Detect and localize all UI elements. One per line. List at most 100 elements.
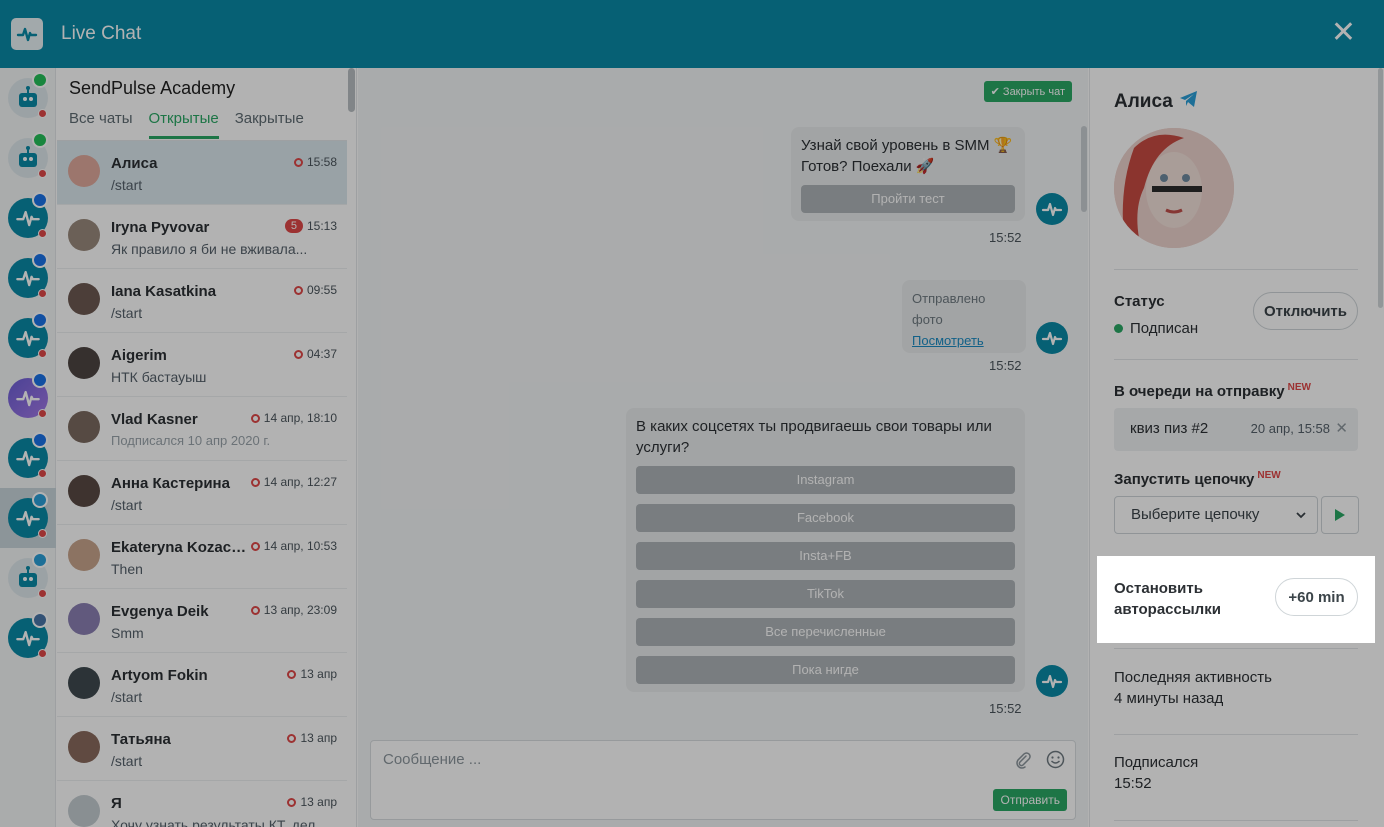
chat-preview: Хочу узнать результаты КТ, делала... (111, 817, 336, 827)
chat-name: Artyom Fokin (111, 667, 208, 684)
answer-button-tiktok[interactable]: TikTok (636, 580, 1015, 608)
chat-time: 09:55 (293, 283, 337, 297)
contact-name-text: Алиса (1114, 91, 1173, 112)
offline-dot-icon (38, 229, 47, 238)
chat-time: 14 апр, 18:10 (250, 411, 337, 425)
bot-item[interactable] (0, 248, 56, 308)
bot-avatar-icon (1036, 322, 1068, 354)
chat-preview: Then (111, 561, 143, 577)
messenger-icon (32, 372, 48, 388)
status-ring-icon (287, 733, 297, 743)
chat-time-text: 14 апр, 18:10 (263, 411, 337, 425)
bot-item[interactable] (0, 428, 56, 488)
tab-all-chats[interactable]: Все чаты (69, 110, 133, 139)
close-icon[interactable]: ✕ (1331, 18, 1356, 48)
chat-preview: /start (111, 753, 143, 769)
messenger-icon (32, 432, 48, 448)
answer-button-all[interactable]: Все перечисленные (636, 618, 1015, 646)
unsubscribe-button[interactable]: Отключить (1253, 292, 1358, 330)
project-name: SendPulse Academy (69, 78, 236, 98)
message-composer[interactable]: Сообщение ... Отправить (370, 740, 1076, 820)
chat-preview: /start (111, 689, 143, 705)
chat-row[interactable]: Алиса/start 15:58 (57, 141, 347, 205)
answer-button-instagram[interactable]: Instagram (636, 466, 1015, 494)
avatar (68, 603, 100, 635)
bot-item[interactable] (0, 128, 56, 188)
start-chain-button[interactable] (1321, 496, 1359, 534)
chat-time-text: 13 апр (300, 667, 337, 681)
chat-preview: /start (111, 177, 143, 193)
offline-dot-icon (38, 589, 47, 598)
answer-button-none[interactable]: Пока нигде (636, 656, 1015, 684)
bot-item[interactable] (0, 68, 56, 128)
divider (1114, 269, 1358, 270)
view-photo-link[interactable]: Посмотреть (912, 330, 1016, 351)
chat-time: 14 апр, 10:53 (250, 539, 337, 553)
conversation-scrollbar[interactable] (1081, 126, 1087, 212)
message-time: 15:52 (989, 230, 1022, 245)
chat-time: 13 апр (287, 667, 337, 681)
bot-avatar-icon (1036, 193, 1068, 225)
queue-item-date: 20 апр, 15:58 (1250, 421, 1330, 436)
offline-dot-icon (38, 349, 47, 358)
chat-time: 13 апр (287, 731, 337, 745)
send-button[interactable]: Отправить (993, 789, 1067, 811)
panel-scrollbar[interactable] (1378, 68, 1383, 308)
chat-preview: Smm (111, 625, 144, 641)
bot-list (0, 68, 56, 827)
avatar (68, 475, 100, 507)
chat-row[interactable]: Vlad Kasner Подписался 10 апр 2020 г. 14 а… (57, 397, 347, 461)
chat-row[interactable]: Iryna Pyvovar Як правило я би не вживала.… (57, 205, 347, 269)
bot-item[interactable] (0, 608, 56, 668)
answer-button-facebook[interactable]: Facebook (636, 504, 1015, 532)
chat-preview: /start (111, 305, 143, 321)
chat-name: Iana Kasatkina (111, 283, 217, 300)
bot-item[interactable] (0, 308, 56, 368)
chat-row[interactable]: Татьяна/start 13 апр (57, 717, 347, 781)
conversation-panel: ✔ Закрыть чат Узнай свой уровень в SMM 🏆… (358, 68, 1088, 827)
chat-row[interactable]: Iana Kasatkina/start 09:55 (57, 269, 347, 333)
tab-closed[interactable]: Закрытые (235, 110, 304, 139)
close-chat-label: Закрыть чат (1002, 86, 1065, 98)
chain-select[interactable]: Выберите цепочку (1114, 496, 1318, 534)
avatar (68, 283, 100, 315)
chat-time: 5 15:13 (284, 219, 337, 233)
close-chat-button[interactable]: ✔ Закрыть чат (983, 81, 1072, 102)
avatar (68, 539, 100, 571)
chat-time-text: 15:13 (306, 219, 337, 233)
chat-list-scrollbar[interactable] (348, 68, 355, 112)
bot-item[interactable] (0, 548, 56, 608)
status-ring-icon (287, 669, 297, 679)
quiz-start-button[interactable]: Пройти тест (801, 185, 1015, 213)
status-label: Статус (1114, 293, 1165, 310)
chat-name: Анна Кастерина (111, 475, 230, 492)
bot-item[interactable] (0, 488, 56, 548)
bot-item[interactable] (0, 368, 56, 428)
chat-name: Iryna Pyvovar (111, 219, 210, 236)
queue-label-text: В очереди на отправку (1114, 383, 1285, 400)
chat-rows: Алиса/start 15:58 Iryna Pyvovar Як правило … (57, 141, 347, 827)
answer-button-insta-fb[interactable]: Insta+FB (636, 542, 1015, 570)
chat-time: 13 апр (287, 795, 337, 809)
chat-row[interactable]: Анна Кастерина/start 14 апр, 12:27 (57, 461, 347, 525)
tab-open[interactable]: Открытые (148, 110, 219, 139)
message-input-placeholder: Сообщение ... (383, 751, 482, 768)
app-title: Live Chat (61, 23, 142, 44)
chat-row[interactable]: Aigerim НТК бастауыш 04:37 (57, 333, 347, 397)
chat-row[interactable]: Evgenya Deik Smm 13 апр, 23:09 (57, 589, 347, 653)
pause-60-min-button[interactable]: +60 min (1275, 578, 1358, 616)
chat-row[interactable]: Я Хочу узнать результаты КТ, делала... 13 … (57, 781, 347, 827)
divider (1114, 648, 1358, 649)
message-text: Готов? Поехали 🚀 (801, 158, 935, 175)
chat-row[interactable]: Ekateryna Kozachenko Then 14 апр, 10:53 (57, 525, 347, 589)
emoji-icon[interactable] (1046, 750, 1065, 774)
queue-label: В очереди на отправку NEW (1114, 382, 1311, 400)
bot-item[interactable] (0, 188, 56, 248)
chat-row[interactable]: Artyom Fokin/start 13 апр (57, 653, 347, 717)
remove-queue-icon[interactable]: ✕ (1335, 419, 1348, 437)
attach-icon[interactable] (1015, 751, 1031, 774)
message-time: 15:52 (989, 701, 1022, 716)
message-text: Узнай свой уровень в SMM 🏆 (801, 137, 1013, 154)
message-bubble: Узнай свой уровень в SMM 🏆 Готов? Поехал… (791, 127, 1025, 221)
message-bubble: В каких соцсетях ты продвигаешь свои тов… (626, 408, 1025, 692)
